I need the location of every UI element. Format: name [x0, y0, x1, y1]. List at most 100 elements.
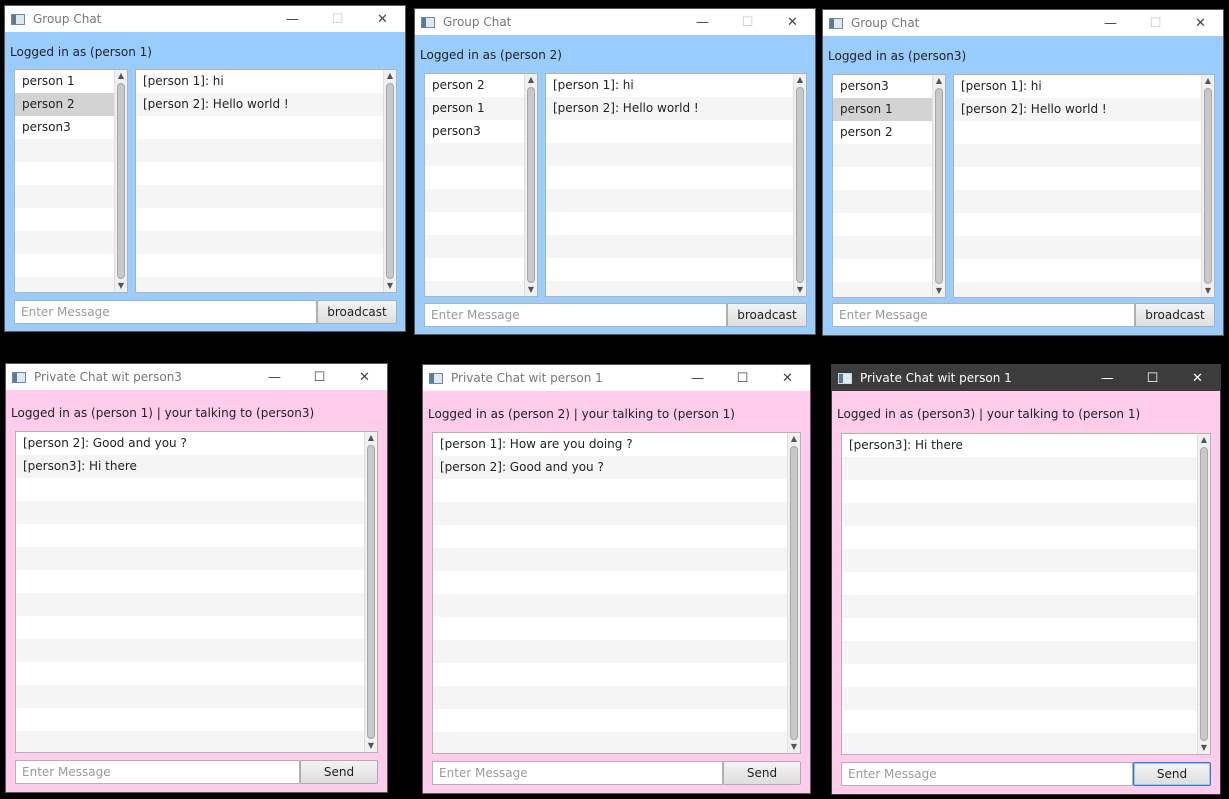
message-list-item[interactable]: [person 2]: Hello world ! [136, 93, 396, 116]
scroll-thumb[interactable] [117, 83, 125, 279]
message-list[interactable]: [person 1]: How are you doing ? [person 2… [432, 432, 801, 754]
maximize-icon[interactable]: ☐ [297, 364, 342, 390]
scroll-up-icon[interactable]: ▲ [115, 70, 127, 82]
empty-list-row [425, 189, 537, 212]
user-list[interactable]: person 1 person 2 person3 ▲ ▼ [14, 69, 128, 293]
user-list-item[interactable]: person 1 [833, 98, 945, 121]
scroll-up-icon[interactable]: ▲ [933, 75, 945, 87]
user-list-item[interactable]: person3 [833, 75, 945, 98]
scroll-down-icon[interactable]: ▼ [384, 280, 396, 292]
close-icon[interactable]: ✕ [360, 6, 405, 32]
minimize-icon[interactable]: — [1085, 365, 1130, 391]
scroll-thumb[interactable] [790, 446, 798, 740]
user-list[interactable]: person 2 person 1 person3 ▲ ▼ [424, 73, 538, 297]
scroll-up-icon[interactable]: ▲ [525, 74, 537, 86]
message-list-item[interactable]: [person 2]: Good and you ? [433, 456, 800, 479]
broadcast-button[interactable]: broadcast [1135, 303, 1215, 327]
scrollbar[interactable]: ▲ ▼ [364, 432, 377, 752]
message-input[interactable] [14, 300, 317, 324]
scroll-down-icon[interactable]: ▼ [933, 285, 945, 297]
message-list[interactable]: [person 1]: hi [person 2]: Hello world ! … [135, 69, 397, 293]
maximize-icon[interactable]: ☐ [720, 365, 765, 391]
broadcast-button[interactable]: broadcast [317, 300, 397, 324]
scroll-up-icon[interactable]: ▲ [1198, 434, 1210, 446]
send-button[interactable]: Send [300, 760, 378, 784]
message-list-item[interactable]: [person 1]: hi [136, 70, 396, 93]
send-button[interactable]: Send [1133, 762, 1211, 786]
scroll-up-icon[interactable]: ▲ [794, 74, 806, 86]
title-bar[interactable]: Private Chat wit person3 — ☐ ✕ [6, 364, 387, 390]
message-list-item[interactable]: [person 2]: Hello world ! [546, 97, 806, 120]
scrollbar[interactable]: ▲ ▼ [383, 70, 396, 292]
title-bar[interactable]: Group Chat — ☐ ✕ [5, 6, 405, 32]
message-list[interactable]: [person 1]: hi [person 2]: Hello world ! … [953, 74, 1215, 298]
scrollbar[interactable]: ▲ ▼ [787, 433, 800, 753]
user-list-item[interactable]: person3 [425, 120, 537, 143]
scroll-down-icon[interactable]: ▼ [788, 741, 800, 753]
title-bar[interactable]: Group Chat — ☐ ✕ [415, 9, 815, 35]
user-list[interactable]: person3 person 1 person 2 ▲ ▼ [832, 74, 946, 298]
message-input[interactable] [432, 761, 723, 785]
scroll-thumb[interactable] [1200, 447, 1208, 741]
scrollbar[interactable]: ▲ ▼ [1197, 434, 1210, 754]
message-list[interactable]: [person 1]: hi [person 2]: Hello world ! … [545, 73, 807, 297]
close-icon[interactable]: ✕ [1178, 10, 1223, 36]
title-bar[interactable]: Private Chat wit person 1 — ☐ ✕ [832, 365, 1220, 391]
scroll-down-icon[interactable]: ▼ [1202, 285, 1214, 297]
scrollbar[interactable]: ▲ ▼ [932, 75, 945, 297]
minimize-icon[interactable]: — [270, 6, 315, 32]
scroll-down-icon[interactable]: ▼ [525, 284, 537, 296]
message-list[interactable]: [person 2]: Good and you ? [person3]: Hi … [15, 431, 378, 753]
scroll-thumb[interactable] [796, 87, 804, 283]
user-list-item[interactable]: person 1 [15, 70, 127, 93]
minimize-icon[interactable]: — [252, 364, 297, 390]
message-input[interactable] [424, 303, 727, 327]
minimize-icon[interactable]: — [675, 365, 720, 391]
send-button[interactable]: Send [723, 761, 801, 785]
message-input[interactable] [832, 303, 1135, 327]
message-list-item[interactable]: [person3]: Hi there [16, 455, 377, 478]
message-list-item[interactable]: [person 2]: Hello world ! [954, 98, 1214, 121]
title-bar[interactable]: Private Chat wit person 1 — ☐ ✕ [423, 365, 810, 391]
message-list-item[interactable]: [person 1]: hi [546, 74, 806, 97]
message-list-item[interactable]: [person 1]: How are you doing ? [433, 433, 800, 456]
minimize-icon[interactable]: — [1088, 10, 1133, 36]
close-icon[interactable]: ✕ [765, 365, 810, 391]
scroll-down-icon[interactable]: ▼ [1198, 742, 1210, 754]
empty-list-row [833, 259, 945, 282]
scrollbar[interactable]: ▲ ▼ [793, 74, 806, 296]
scrollbar[interactable]: ▲ ▼ [524, 74, 537, 296]
user-list-item[interactable]: person3 [15, 116, 127, 139]
title-bar[interactable]: Group Chat — ☐ ✕ [823, 10, 1223, 36]
user-list-item[interactable]: person 1 [425, 97, 537, 120]
scroll-thumb[interactable] [1204, 88, 1212, 284]
scroll-down-icon[interactable]: ▼ [794, 284, 806, 296]
message-list[interactable]: [person3]: Hi there ▲ ▼ [841, 433, 1211, 755]
user-list-item[interactable]: person 2 [425, 74, 537, 97]
maximize-icon[interactable]: ☐ [1130, 365, 1175, 391]
close-icon[interactable]: ✕ [1175, 365, 1220, 391]
scroll-up-icon[interactable]: ▲ [365, 432, 377, 444]
close-icon[interactable]: ✕ [342, 364, 387, 390]
scroll-thumb[interactable] [935, 88, 943, 284]
close-icon[interactable]: ✕ [770, 9, 815, 35]
message-list-item[interactable]: [person 2]: Good and you ? [16, 432, 377, 455]
message-list-item[interactable]: [person3]: Hi there [842, 434, 1210, 457]
scroll-down-icon[interactable]: ▼ [365, 740, 377, 752]
scroll-thumb[interactable] [527, 87, 535, 283]
scrollbar[interactable]: ▲ ▼ [114, 70, 127, 292]
minimize-icon[interactable]: — [680, 9, 725, 35]
scroll-thumb[interactable] [367, 445, 375, 739]
scroll-up-icon[interactable]: ▲ [788, 433, 800, 445]
user-list-item[interactable]: person 2 [833, 121, 945, 144]
message-list-item[interactable]: [person 1]: hi [954, 75, 1214, 98]
broadcast-button[interactable]: broadcast [727, 303, 807, 327]
message-input[interactable] [15, 760, 300, 784]
scroll-thumb[interactable] [386, 83, 394, 279]
scroll-up-icon[interactable]: ▲ [384, 70, 396, 82]
message-input[interactable] [841, 762, 1133, 786]
scroll-up-icon[interactable]: ▲ [1202, 75, 1214, 87]
user-list-item[interactable]: person 2 [15, 93, 127, 116]
scrollbar[interactable]: ▲ ▼ [1201, 75, 1214, 297]
scroll-down-icon[interactable]: ▼ [115, 280, 127, 292]
